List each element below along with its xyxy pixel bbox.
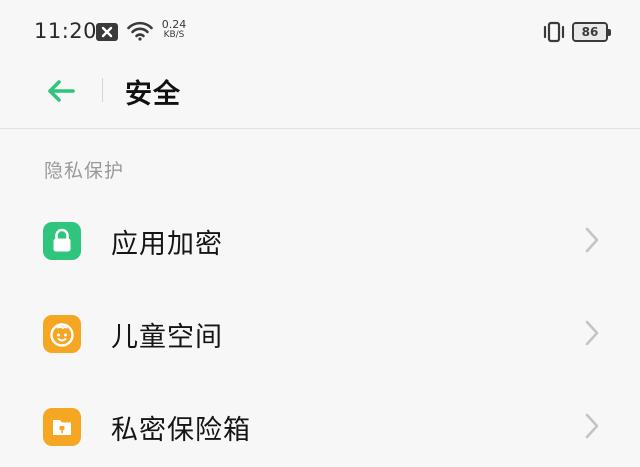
battery-level: 86 <box>574 24 606 40</box>
wifi-icon <box>127 21 153 45</box>
list-item-app-lock[interactable]: 应用加密 <box>0 194 640 286</box>
back-button[interactable] <box>40 72 88 112</box>
lock-icon <box>43 222 81 260</box>
child-face-icon <box>43 315 81 353</box>
item-label: 应用加密 <box>111 229 223 260</box>
chevron-right-icon <box>585 413 599 439</box>
item-label: 儿童空间 <box>111 322 223 353</box>
list-item-kids-space[interactable]: 儿童空间 <box>0 287 640 379</box>
status-time: 11:20 <box>34 19 98 43</box>
page-title: 安全 <box>125 79 181 110</box>
vibrate-icon <box>541 21 567 47</box>
header-separator <box>0 128 640 129</box>
section-label-privacy: 隐私保护 <box>44 160 125 182</box>
safe-folder-icon <box>43 408 81 446</box>
network-speed-unit: KB/S <box>163 30 185 40</box>
status-bar: 11:20 0.24 KB/S 86 <box>0 0 640 64</box>
chevron-right-icon <box>585 320 599 346</box>
back-arrow-icon <box>48 80 75 102</box>
network-speed-value: 0.24 <box>161 18 187 31</box>
app-header: 安全 <box>0 64 640 128</box>
item-label: 私密保险箱 <box>111 415 251 446</box>
notification-close-icon <box>96 23 118 41</box>
chevron-right-icon <box>585 227 599 253</box>
security-settings-screen: 11:20 0.24 KB/S 86 安全 隐私保护 应用加密 儿童空间 私密保… <box>0 0 640 467</box>
list-item-private-safe[interactable]: 私密保险箱 <box>0 380 640 467</box>
network-speed: 0.24 KB/S <box>159 18 189 40</box>
battery-indicator: 86 <box>572 22 611 42</box>
header-divider <box>102 78 103 102</box>
